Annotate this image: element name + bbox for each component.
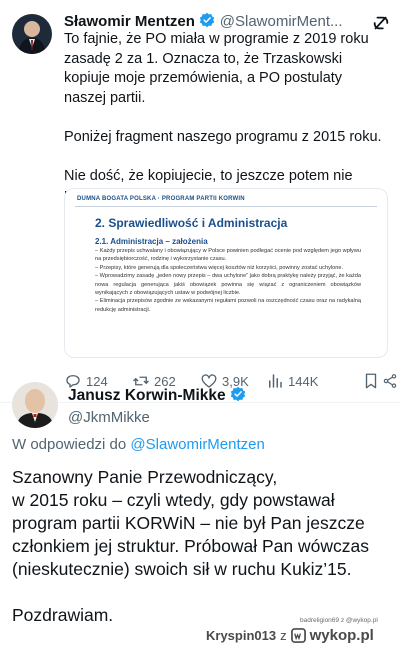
avatar-mentzen[interactable] (12, 14, 52, 54)
doc-subtitle: 2.1. Administracja – założenia (95, 237, 208, 246)
watermark-wykop[interactable]: Kryspin013 z wykop.pl (206, 627, 374, 644)
doc-header: DUMNA BOGATA POLSKA · PROGRAM PARTII KOR… (77, 196, 245, 202)
avatar-korwin-mikke[interactable] (12, 382, 58, 428)
author-handle[interactable]: @JkmMikke (68, 409, 388, 426)
reply-context: W odpowiedzi do @SlawomirMentzen (12, 436, 265, 453)
embedded-program-image[interactable]: DUMNA BOGATA POLSKA · PROGRAM PARTII KOR… (64, 188, 388, 358)
author-handle[interactable]: @SlawomirMent... (220, 13, 343, 30)
doc-header-rule (75, 206, 377, 207)
doc-title: 2. Sprawiedliwość i Administracja (95, 216, 288, 230)
watermark-small: badreligion69 z @wykop.pl (300, 617, 378, 624)
reply-mention-link[interactable]: @SlawomirMentzen (130, 436, 264, 453)
wykop-logo-icon (290, 628, 306, 643)
verified-badge-icon (230, 386, 246, 407)
tweet2-text: Szanowny Panie Przewodniczący, w 2015 ro… (12, 467, 369, 625)
author-name[interactable]: Janusz Korwin-Mikke (68, 387, 226, 404)
watermark-brand: wykop.pl (309, 627, 374, 644)
author-name[interactable]: Sławomir Mentzen (64, 13, 195, 30)
watermark-user: Kryspin013 (206, 628, 277, 643)
watermark-z: z (280, 628, 287, 643)
tweet2-header: Janusz Korwin-Mikke @JkmMikke (68, 386, 388, 426)
doc-body: – Każdy przepis uchwalany i obowiązujący… (95, 248, 361, 313)
reply-prefix: W odpowiedzi do (12, 436, 127, 453)
tweet1-text: To fajnie, że PO miała w programie z 201… (64, 31, 382, 203)
